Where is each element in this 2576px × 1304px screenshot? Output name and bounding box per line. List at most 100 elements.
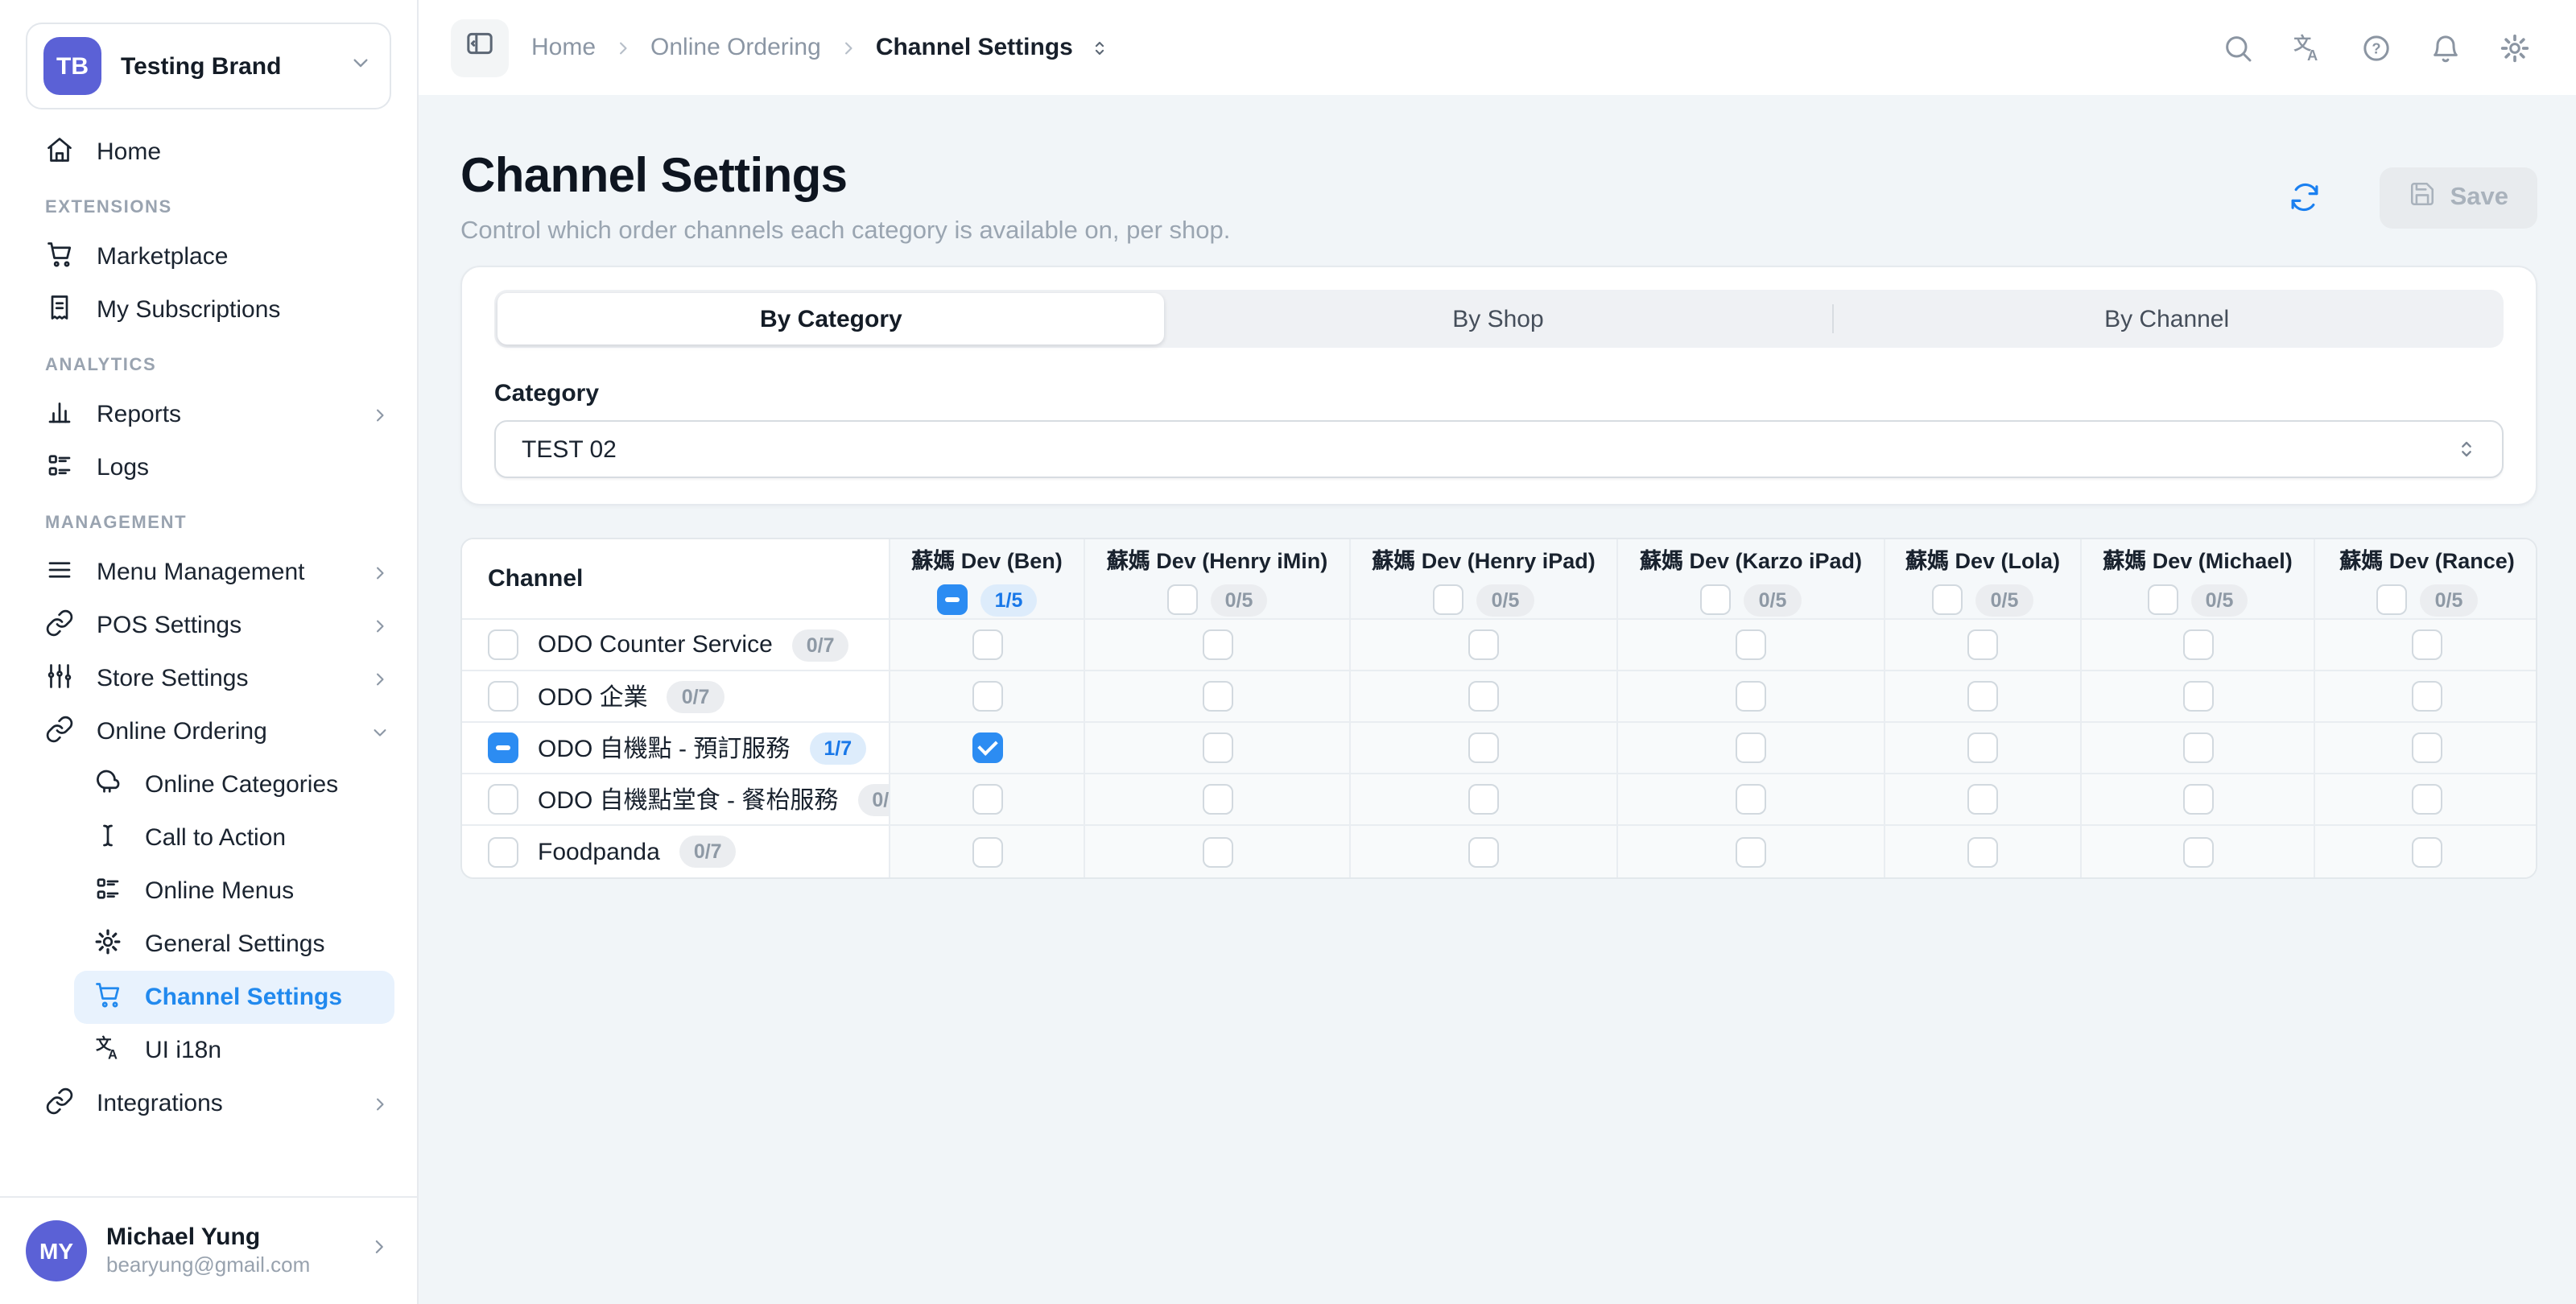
- cell-checkbox[interactable]: [972, 681, 1002, 712]
- cell-checkbox[interactable]: [2412, 629, 2442, 660]
- cell-checkbox[interactable]: [972, 629, 1002, 660]
- cell-checkbox[interactable]: [2412, 784, 2442, 815]
- text-cursor-icon: [93, 820, 122, 856]
- sidebar-item-home[interactable]: Home: [0, 126, 417, 179]
- shop-name: 蘇媽 Dev (Karzo iPad): [1640, 542, 1862, 574]
- cell-checkbox[interactable]: [1967, 629, 1998, 660]
- brand-switcher[interactable]: TB Testing Brand: [26, 23, 391, 109]
- cell-checkbox[interactable]: [2182, 836, 2213, 867]
- sidebar-item-label: Marketplace: [97, 243, 228, 270]
- cell-checkbox[interactable]: [1202, 732, 1232, 763]
- cell-checkbox[interactable]: [2412, 732, 2442, 763]
- channel-label: ODO 自機點 - 預訂服務: [538, 731, 790, 765]
- cell-checkbox[interactable]: [1967, 784, 1998, 815]
- sidebar-item-call-to-action[interactable]: Call to Action: [0, 811, 417, 865]
- cell-checkbox[interactable]: [1736, 629, 1766, 660]
- sidebar-item-label: Channel Settings: [145, 984, 342, 1011]
- cell-checkbox[interactable]: [2182, 681, 2213, 712]
- bell-icon[interactable]: [2429, 31, 2462, 64]
- sidebar-item-pos-settings[interactable]: POS Settings: [0, 599, 417, 652]
- sidebar-item-my-subscriptions[interactable]: My Subscriptions: [0, 283, 417, 336]
- user-menu[interactable]: MY Michael Yung bearyung@gmail.com: [0, 1196, 417, 1304]
- cell-checkbox[interactable]: [1736, 681, 1766, 712]
- table-cell: [1349, 723, 1616, 774]
- cell-checkbox[interactable]: [1967, 836, 1998, 867]
- updown-icon[interactable]: [1089, 36, 1112, 59]
- cell-checkbox[interactable]: [1202, 681, 1232, 712]
- cell-checkbox[interactable]: [1202, 784, 1232, 815]
- cell-checkbox[interactable]: [1468, 836, 1499, 867]
- select-all-checkbox[interactable]: [2377, 584, 2408, 615]
- cart-icon: [45, 239, 74, 274]
- sidebar-item-menu-management[interactable]: Menu Management: [0, 546, 417, 599]
- row-checkbox[interactable]: [488, 784, 518, 815]
- count-badge: 0/7: [792, 629, 849, 661]
- cell-checkbox[interactable]: [972, 836, 1002, 867]
- refresh-icon[interactable]: [2288, 180, 2322, 214]
- select-all-checkbox[interactable]: [2148, 584, 2178, 615]
- cell-checkbox[interactable]: [1967, 681, 1998, 712]
- select-all-checkbox[interactable]: [937, 584, 968, 615]
- sidebar-item-ui-i18n[interactable]: 文A UI i18n: [0, 1024, 417, 1077]
- select-all-checkbox[interactable]: [1933, 584, 1963, 615]
- sidebar-item-channel-settings[interactable]: Channel Settings: [74, 971, 394, 1024]
- cell-checkbox[interactable]: [2412, 836, 2442, 867]
- cell-checkbox[interactable]: [2182, 629, 2213, 660]
- cell-checkbox[interactable]: [1736, 784, 1766, 815]
- sidebar-item-online-ordering[interactable]: Online Ordering: [0, 705, 417, 758]
- sidebar-item-reports[interactable]: Reports: [0, 388, 417, 441]
- sidebar-item-online-menus[interactable]: Online Menus: [0, 865, 417, 918]
- cell-checkbox[interactable]: [972, 784, 1002, 815]
- awning-icon: [93, 767, 122, 803]
- cell-checkbox[interactable]: [1736, 732, 1766, 763]
- section-extensions: EXTENSIONS: [0, 198, 417, 217]
- category-label: Category: [494, 380, 2504, 407]
- translate-icon[interactable]: 文A: [2291, 31, 2323, 64]
- cell-checkbox[interactable]: [2182, 732, 2213, 763]
- cell-checkbox[interactable]: [1202, 629, 1232, 660]
- table-cell: [1084, 826, 1349, 877]
- sidebar-item-store-settings[interactable]: Store Settings: [0, 652, 417, 705]
- tab-by-shop[interactable]: By Shop: [1165, 293, 1832, 345]
- help-icon[interactable]: ?: [2360, 31, 2392, 64]
- filter-card: By Category By Shop By Channel Category …: [460, 266, 2537, 506]
- chevron-right-icon: [369, 403, 391, 426]
- cell-checkbox[interactable]: [1736, 836, 1766, 867]
- category-select[interactable]: TEST 02: [494, 420, 2504, 478]
- sidebar-item-general-settings[interactable]: General Settings: [0, 918, 417, 971]
- search-icon[interactable]: [2222, 31, 2254, 64]
- select-all-checkbox[interactable]: [1434, 584, 1464, 615]
- select-all-checkbox[interactable]: [1701, 584, 1732, 615]
- cell-checkbox[interactable]: [1468, 629, 1499, 660]
- row-checkbox[interactable]: [488, 629, 518, 660]
- sidebar-item-online-categories[interactable]: Online Categories: [0, 758, 417, 811]
- sidebar-item-logs[interactable]: Logs: [0, 441, 417, 494]
- row-checkbox[interactable]: [488, 681, 518, 712]
- cell-checkbox[interactable]: [1202, 836, 1232, 867]
- cell-checkbox[interactable]: [1468, 732, 1499, 763]
- shop-name: 蘇媽 Dev (Henry iPad): [1372, 542, 1596, 574]
- table-cell: [1349, 671, 1616, 723]
- save-button[interactable]: Save: [2380, 167, 2537, 228]
- tab-by-category[interactable]: By Category: [497, 293, 1165, 345]
- gear-icon[interactable]: [2499, 31, 2531, 64]
- cell-checkbox[interactable]: [972, 732, 1002, 763]
- table-row-channel-cell: Foodpanda 0/7: [462, 826, 889, 877]
- breadcrumb-home[interactable]: Home: [531, 34, 596, 61]
- sidebar-item-integrations[interactable]: Integrations: [0, 1077, 417, 1130]
- cell-checkbox[interactable]: [1967, 732, 1998, 763]
- sidebar-item-marketplace[interactable]: Marketplace: [0, 230, 417, 283]
- cell-checkbox[interactable]: [2182, 784, 2213, 815]
- cell-checkbox[interactable]: [1468, 784, 1499, 815]
- cell-checkbox[interactable]: [2412, 681, 2442, 712]
- row-checkbox[interactable]: [488, 836, 518, 867]
- breadcrumb-online-ordering[interactable]: Online Ordering: [650, 34, 821, 61]
- row-checkbox[interactable]: [488, 732, 518, 763]
- select-all-checkbox[interactable]: [1167, 584, 1198, 615]
- tab-by-channel[interactable]: By Channel: [1833, 293, 2500, 345]
- table-cell: [2080, 671, 2314, 723]
- breadcrumb-current[interactable]: Channel Settings: [876, 34, 1073, 61]
- sidebar-collapse-button[interactable]: [451, 19, 509, 76]
- cell-checkbox[interactable]: [1468, 681, 1499, 712]
- column-header-shop: 蘇媽 Dev (Karzo iPad) 0/5: [1616, 539, 1884, 620]
